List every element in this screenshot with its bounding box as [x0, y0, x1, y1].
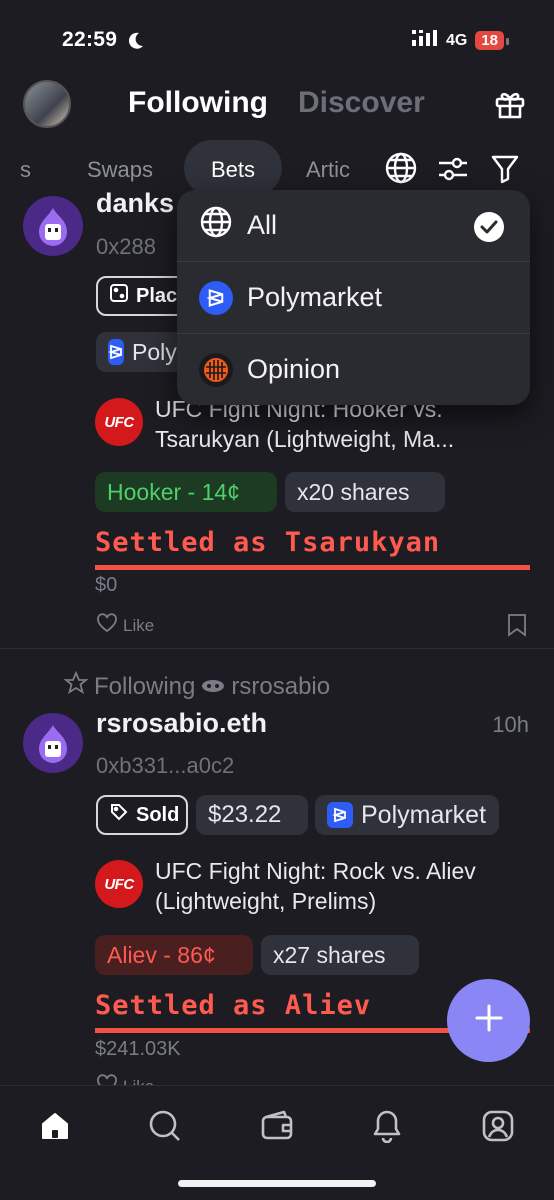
tab-discover[interactable]: Discover: [298, 86, 425, 120]
network-type: 4G: [445, 31, 468, 49]
outcome-badge: Aliev - 86¢: [95, 935, 253, 975]
dropdown-item-label: Opinion: [247, 354, 341, 384]
outcome-badge: Hooker - 14¢: [95, 472, 277, 512]
amount: $241.03K: [95, 1038, 181, 1060]
bookmark-icon[interactable]: [507, 613, 527, 642]
opinion-icon: [199, 352, 233, 387]
shares-badge: x20 shares: [285, 472, 445, 512]
settled-label: Settled as Tsarukyan: [95, 527, 441, 558]
post-username[interactable]: rsrosabio.eth: [96, 708, 267, 739]
post-avatar[interactable]: [23, 196, 83, 256]
star-icon: [63, 670, 89, 702]
filter-funnel-icon[interactable]: [490, 153, 520, 190]
dropdown-item-label: Polymarket: [247, 282, 383, 312]
dropdown-item-label: All: [247, 210, 278, 240]
action-badge: Plac: [96, 276, 186, 316]
checkmark-icon: [474, 212, 504, 242]
shares-badge: x27 shares: [261, 935, 419, 975]
status-time: 22:59: [62, 28, 118, 51]
gift-icon[interactable]: [494, 88, 526, 125]
platform-label: Polymarket: [361, 800, 487, 829]
dice-icon: [110, 284, 128, 308]
profile-icon[interactable]: [478, 1106, 518, 1146]
context-avatar-icon: [201, 673, 225, 701]
moon-icon: [127, 31, 145, 56]
search-icon[interactable]: [145, 1106, 185, 1146]
signal-icon: [411, 30, 438, 51]
post-context: Following rsrosabio: [63, 670, 330, 702]
home-icon[interactable]: [35, 1106, 75, 1146]
value-badge: $23.22: [196, 795, 308, 835]
battery-badge: 18: [475, 31, 509, 50]
create-post-button[interactable]: [447, 979, 530, 1062]
filter-partial-right[interactable]: Artic: [306, 157, 350, 183]
filter-bets-label: Bets: [210, 157, 256, 182]
post-address[interactable]: 0xb331...a0c2: [96, 753, 234, 779]
post-username[interactable]: danks: [96, 188, 174, 219]
like-button[interactable]: Like: [96, 613, 154, 638]
context-user[interactable]: rsrosabio: [231, 673, 330, 701]
action-label: Sold: [136, 803, 180, 826]
polymarket-icon: [327, 802, 353, 828]
tab-following[interactable]: Following: [128, 86, 268, 120]
plus-icon: [474, 1003, 504, 1038]
market-logo: UFC: [95, 860, 143, 908]
market-logo: UFC: [95, 398, 143, 446]
post-address[interactable]: 0x288: [96, 234, 156, 260]
sliders-icon[interactable]: [437, 153, 469, 190]
home-indicator: [178, 1180, 376, 1187]
like-label: Like: [123, 615, 155, 635]
globe-icon: [199, 205, 233, 246]
globe-icon[interactable]: [384, 151, 418, 190]
platform-dropdown: All Polymarket Opinion: [177, 190, 530, 405]
dropdown-item-all[interactable]: All: [177, 190, 530, 261]
tag-icon: [110, 803, 128, 827]
settled-underline: [95, 565, 530, 570]
dropdown-item-opinion[interactable]: Opinion: [177, 334, 530, 405]
platform-badge[interactable]: Polymarket: [315, 795, 499, 835]
polymarket-icon: [108, 339, 124, 365]
wallet-icon[interactable]: [257, 1106, 297, 1146]
filter-swaps[interactable]: Swaps: [87, 157, 153, 183]
post-divider: [0, 648, 554, 649]
filter-partial-left[interactable]: s: [20, 157, 31, 183]
action-label: Plac: [136, 284, 178, 307]
post-avatar[interactable]: [23, 713, 83, 773]
settled-label: Settled as Aliev: [95, 990, 372, 1021]
platform-label: Poly: [132, 338, 177, 365]
market-title[interactable]: UFC Fight Night: Rock vs. Aliev (Lightwe…: [155, 856, 535, 916]
amount: $0: [95, 574, 118, 596]
heart-icon: [96, 613, 118, 638]
filter-bets[interactable]: Bets: [184, 140, 282, 196]
action-badge: Sold: [96, 795, 188, 835]
polymarket-icon: [199, 280, 233, 315]
platform-badge[interactable]: Poly: [96, 332, 186, 372]
post-time: 10h: [492, 712, 529, 737]
status-right: 4G 18: [411, 30, 509, 51]
profile-avatar[interactable]: [23, 80, 71, 128]
context-label: Following: [94, 672, 196, 700]
bell-icon[interactable]: [367, 1106, 407, 1146]
dropdown-item-polymarket[interactable]: Polymarket: [177, 262, 530, 333]
